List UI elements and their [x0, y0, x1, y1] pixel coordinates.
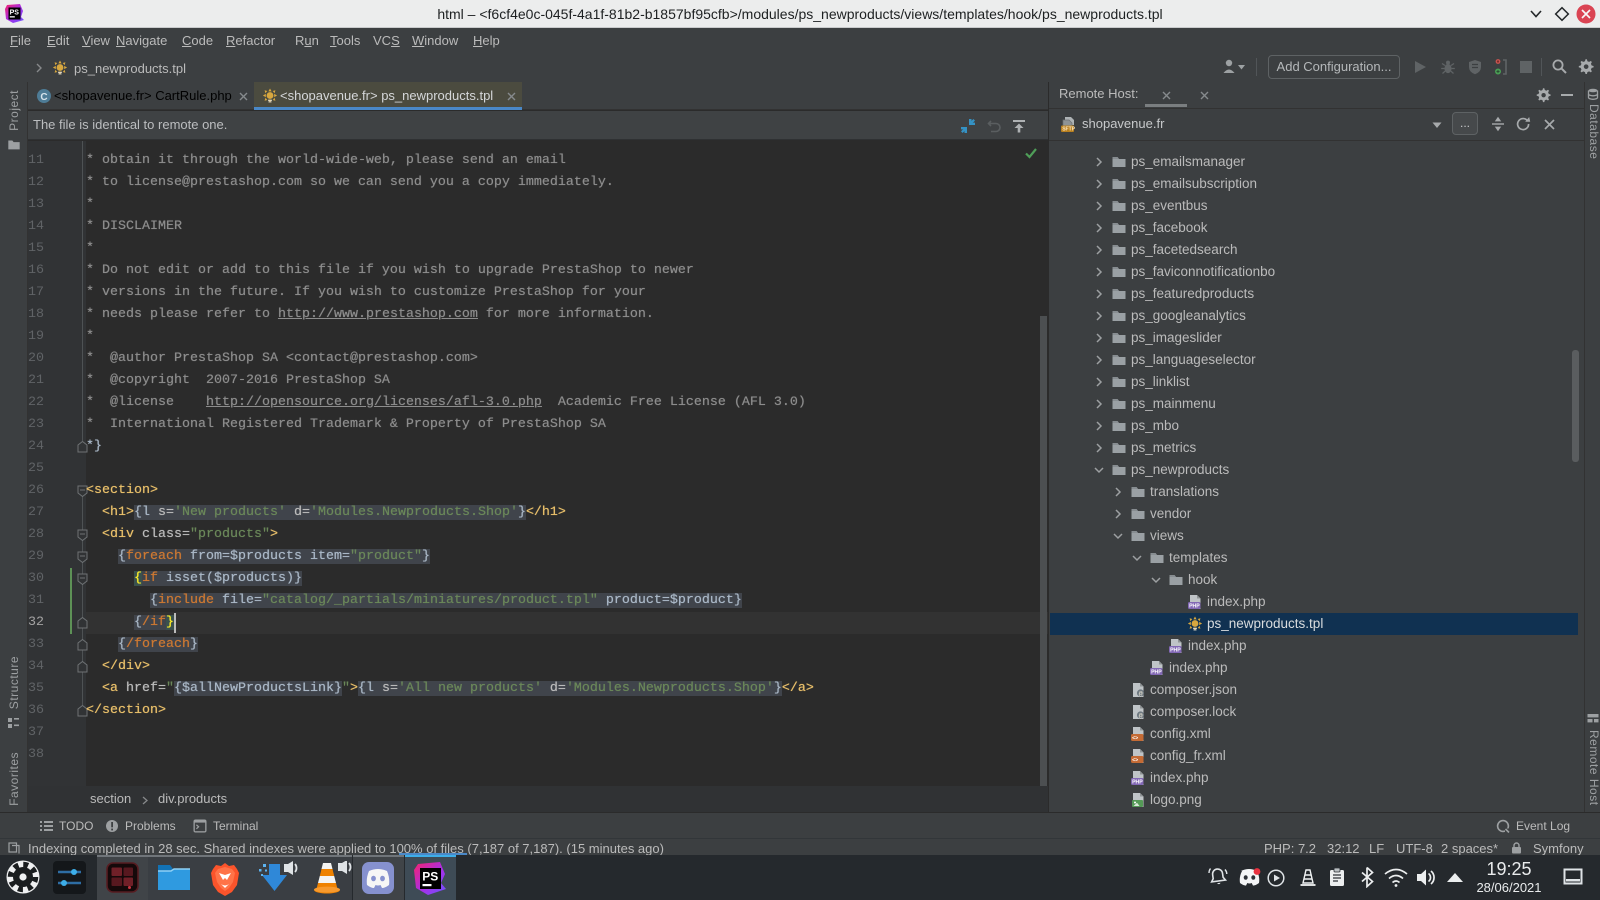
svg-text:PS: PS — [422, 870, 438, 884]
svg-text:PHP: PHP — [1132, 780, 1143, 786]
svg-text:C: C — [40, 92, 47, 103]
svg-text:<>: <> — [1132, 736, 1138, 742]
svg-text:PHP: PHP — [1151, 670, 1162, 676]
svg-text:PHP: PHP — [1170, 648, 1181, 654]
svg-text:<>: <> — [1132, 758, 1138, 764]
svg-text:@: @ — [1139, 712, 1143, 719]
svg-text:@: @ — [1139, 690, 1143, 697]
svg-text:SFTP: SFTP — [1062, 127, 1075, 133]
svg-text:PHP: PHP — [1189, 604, 1200, 610]
